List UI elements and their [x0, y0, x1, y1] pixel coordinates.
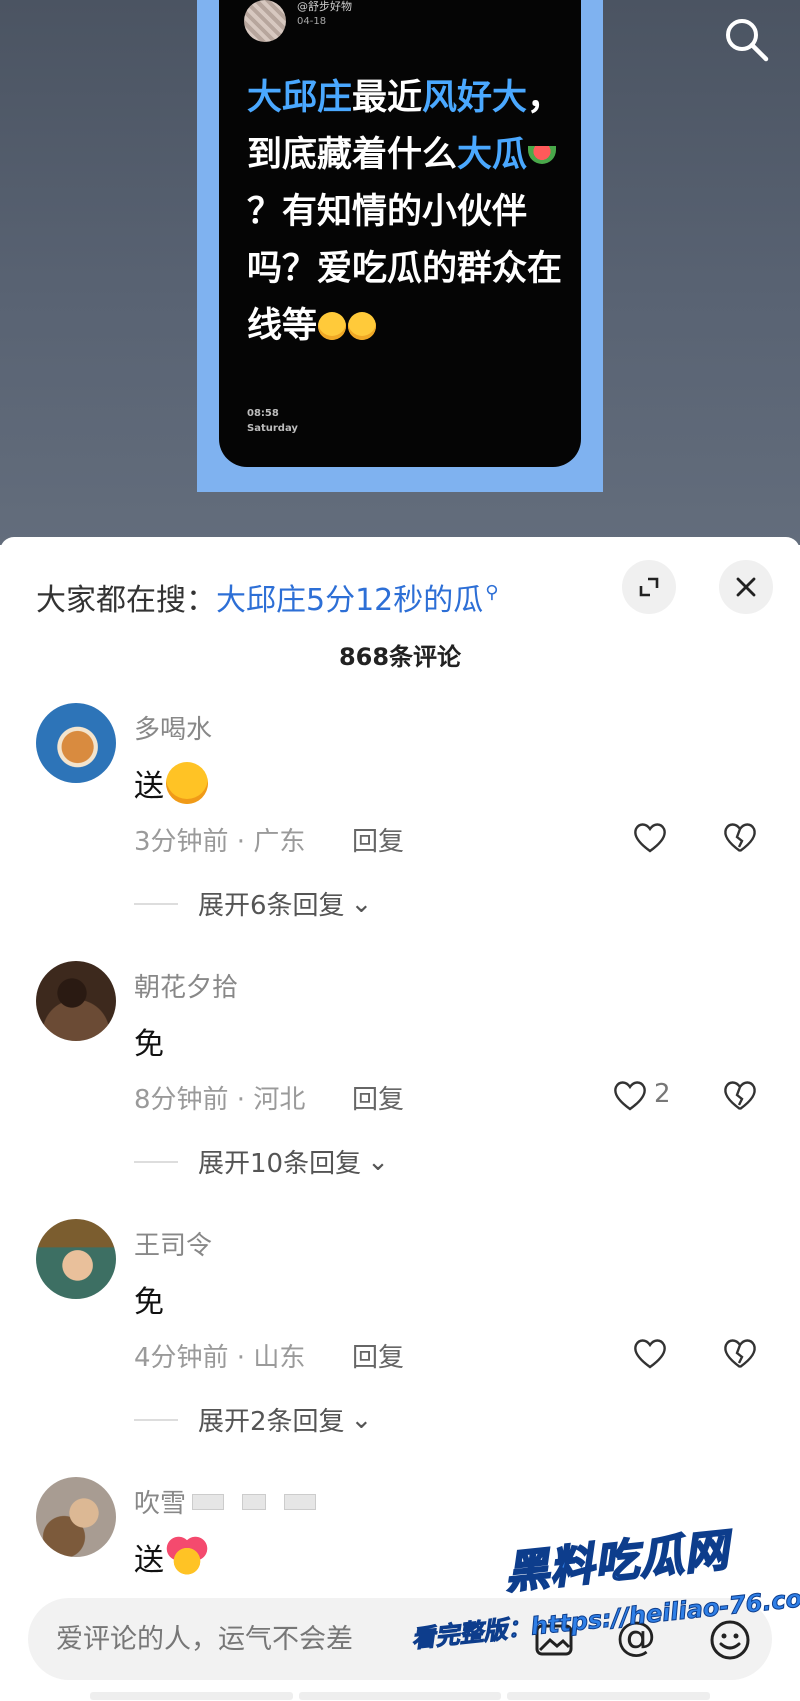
comment-item: 王司令 免 4分钟前 · 山东 回复 展开2条回复 ⌄	[0, 1219, 800, 1479]
heart-icon[interactable]	[610, 1075, 650, 1115]
comment-text-content: 送	[134, 1543, 164, 1578]
post-text-part: 大邱庄	[247, 78, 353, 118]
like-count: 2	[654, 1079, 671, 1109]
comment-text: 送	[134, 761, 208, 805]
post-text-part: ？有知情的小伙伴吗？爱吃瓜的群众在线等	[247, 192, 563, 346]
avatar[interactable]	[36, 1219, 116, 1299]
post-date: 04-18	[297, 16, 327, 27]
comment-input[interactable]	[54, 1618, 478, 1660]
comment-sheet: 大家都在搜：大邱庄5分12秒的瓜 ⚲ 868条评论 多喝水 送 3分钟前 · 广东…	[0, 537, 800, 1701]
tab-indicator	[507, 1692, 711, 1700]
dizzy-face-emoji-icon	[348, 312, 377, 340]
close-icon	[736, 577, 756, 597]
post-image-frame: @舒步好物 04-18 大邱庄最近风好大，到底藏着什么大瓜？有知情的小伙伴吗？爱…	[197, 0, 603, 492]
comment-count: 868条评论	[338, 643, 462, 671]
close-button[interactable]	[719, 560, 773, 614]
reply-button[interactable]: 回复	[352, 1337, 404, 1374]
comment-text: 免	[134, 1019, 164, 1063]
expand-replies-label: 展开2条回复	[198, 1407, 345, 1437]
broken-heart-icon[interactable]	[720, 817, 760, 857]
avatar[interactable]	[36, 1477, 116, 1557]
expand-icon	[639, 577, 659, 597]
comment-meta: 3分钟前 · 广东	[134, 827, 306, 857]
post-weekday: Saturday	[247, 423, 298, 434]
chevron-down-icon: ⌄	[367, 1146, 389, 1177]
divider	[134, 902, 178, 905]
reply-button[interactable]: 回复	[352, 1079, 404, 1116]
chevron-down-icon: ⌄	[350, 1404, 373, 1435]
name-decoration	[242, 1494, 267, 1510]
post-text-part: 大瓜	[457, 135, 528, 175]
expand-replies[interactable]: 展开6条回复 ⌄	[134, 885, 372, 922]
trending-search-prefix: 大家都在搜：	[36, 583, 216, 618]
tab-indicator	[298, 1692, 502, 1700]
watermelon-emoji-icon	[528, 146, 557, 164]
trending-search: 大家都在搜：大邱庄5分12秒的瓜 ⚲	[36, 575, 498, 619]
comment-text-content: 送	[134, 769, 164, 804]
comment-text-content: 免	[134, 1027, 164, 1062]
post-author-avatar	[244, 0, 286, 42]
image-icon[interactable]	[530, 1616, 578, 1664]
post-clock: 08:58	[247, 408, 279, 419]
trending-search-link[interactable]: 大邱庄5分12秒的瓜	[216, 583, 483, 618]
reply-button[interactable]: 回复	[352, 821, 404, 858]
comment-author-name: 吹雪	[134, 1489, 187, 1519]
search-small-icon: ⚲	[485, 582, 499, 603]
bottom-tab-strip	[90, 1692, 711, 1700]
shy-face-emoji-icon	[166, 762, 208, 804]
divider	[134, 1160, 178, 1163]
expand-button[interactable]	[622, 560, 676, 614]
broken-heart-icon[interactable]	[720, 1333, 760, 1373]
comment-meta: 8分钟前 · 河北	[134, 1085, 306, 1115]
emoji-icon[interactable]	[706, 1616, 754, 1664]
name-decoration	[284, 1494, 317, 1510]
comment-author[interactable]: 吹雪	[134, 1483, 317, 1520]
post-text-part: 风好大	[422, 78, 528, 118]
comment-meta: 4分钟前 · 山东	[134, 1343, 306, 1373]
heart-icon[interactable]	[630, 817, 670, 857]
video-area[interactable]: @舒步好物 04-18 大邱庄最近风好大，到底藏着什么大瓜？有知情的小伙伴吗？爱…	[0, 0, 800, 545]
comment-author[interactable]: 王司令	[134, 1225, 212, 1262]
expand-replies[interactable]: 展开2条回复 ⌄	[134, 1401, 372, 1438]
comment-input-bar: @	[0, 1578, 800, 1701]
post-text: 大邱庄最近风好大，到底藏着什么大瓜？有知情的小伙伴吗？爱吃瓜的群众在线等	[247, 70, 567, 355]
comment-item: 多喝水 送 3分钟前 · 广东 回复 展开6条回复 ⌄	[0, 703, 800, 963]
at-icon[interactable]: @	[616, 1614, 656, 1660]
avatar[interactable]	[36, 961, 116, 1041]
dizzy-face-emoji-icon	[318, 312, 347, 340]
search-icon[interactable]	[720, 13, 772, 65]
comment-text: 免	[134, 1277, 164, 1321]
heart-hands-emoji-icon	[166, 1536, 208, 1578]
comment-item: 朝花夕拾 免 8分钟前 · 河北 回复 2 展开10条回复 ⌄	[0, 961, 800, 1221]
name-decoration	[192, 1494, 225, 1510]
broken-heart-icon[interactable]	[720, 1075, 760, 1115]
tab-indicator	[90, 1692, 293, 1700]
comment-input-container: @	[28, 1598, 772, 1680]
divider	[134, 1418, 178, 1421]
comment-author[interactable]: 朝花夕拾	[134, 967, 238, 1004]
post-timestamp: 08:58 Saturday	[247, 406, 298, 436]
chevron-down-icon: ⌄	[350, 888, 373, 919]
avatar[interactable]	[36, 703, 116, 783]
post-card: @舒步好物 04-18 大邱庄最近风好大，到底藏着什么大瓜？有知情的小伙伴吗？爱…	[219, 0, 581, 467]
comment-text: 送	[134, 1535, 208, 1579]
expand-replies-label: 展开10条回复	[198, 1149, 362, 1179]
expand-replies[interactable]: 展开10条回复 ⌄	[134, 1143, 389, 1180]
post-text-part: 最近	[352, 78, 423, 118]
comment-text-content: 免	[134, 1285, 164, 1320]
comment-author[interactable]: 多喝水	[134, 709, 212, 746]
expand-replies-label: 展开6条回复	[198, 891, 345, 921]
heart-icon[interactable]	[630, 1333, 670, 1373]
post-author-handle: @舒步好物	[297, 0, 352, 13]
